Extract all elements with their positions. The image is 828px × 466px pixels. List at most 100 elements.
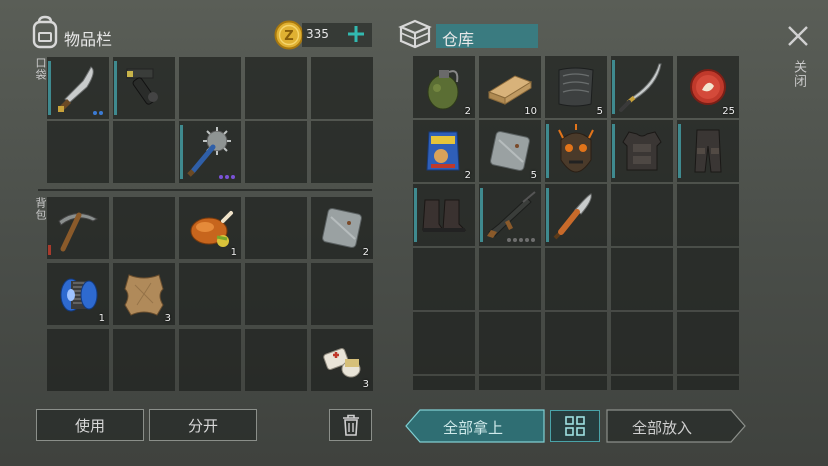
- bottle-cap-item[interactable]: 25: [677, 56, 739, 118]
- backpack-label: 背包: [34, 197, 47, 221]
- empty-slot[interactable]: [677, 248, 739, 310]
- empty-slot[interactable]: [245, 197, 307, 259]
- boots-item[interactable]: [413, 184, 475, 246]
- empty-slot[interactable]: [479, 376, 541, 390]
- empty-slot[interactable]: [545, 248, 607, 310]
- item-count: 5: [596, 106, 603, 117]
- add-coins-button[interactable]: [346, 24, 366, 44]
- empty-slot[interactable]: [545, 376, 607, 390]
- spiked-mace-icon: [187, 127, 231, 177]
- use-button[interactable]: 使用: [36, 409, 144, 441]
- empty-slot[interactable]: [413, 248, 475, 310]
- put-all-button[interactable]: 全部放入: [606, 409, 746, 443]
- pistol-item[interactable]: [113, 57, 175, 119]
- empty-slot[interactable]: [245, 263, 307, 325]
- empty-slot[interactable]: [413, 312, 475, 374]
- boots-icon: [422, 199, 467, 232]
- item-count: 10: [524, 106, 537, 117]
- empty-slot[interactable]: [113, 329, 175, 391]
- empty-slot[interactable]: [611, 184, 673, 246]
- close-label[interactable]: 关闭: [789, 60, 808, 88]
- empty-slot[interactable]: [677, 312, 739, 374]
- empty-slot[interactable]: [113, 121, 175, 183]
- item-count: 3: [362, 379, 369, 390]
- dog-food-item[interactable]: 2: [413, 120, 475, 182]
- empty-slot[interactable]: [677, 376, 739, 390]
- sort-grid-button[interactable]: [550, 410, 600, 442]
- quality-dots: [219, 175, 235, 179]
- empty-slot[interactable]: [179, 57, 241, 119]
- item-count: 5: [530, 170, 537, 181]
- item-count: 2: [362, 247, 369, 258]
- assault-rifle-icon: [487, 191, 536, 238]
- item-count: 1: [98, 313, 105, 324]
- close-icon[interactable]: [786, 24, 810, 48]
- empty-slot[interactable]: [179, 329, 241, 391]
- katana-item[interactable]: [611, 56, 673, 118]
- empty-slot[interactable]: [479, 248, 541, 310]
- armor-pants-item[interactable]: [677, 120, 739, 182]
- body-armor-icon: [622, 131, 662, 171]
- roast-chicken-item[interactable]: 1: [179, 197, 241, 259]
- quality-dots: [507, 238, 535, 242]
- item-count: 1: [230, 247, 237, 258]
- item-count: 2: [464, 170, 471, 181]
- empty-slot[interactable]: [47, 121, 109, 183]
- empty-slot[interactable]: [311, 57, 373, 119]
- empty-slot[interactable]: [611, 248, 673, 310]
- knife-item[interactable]: [545, 184, 607, 246]
- trash-button[interactable]: [329, 409, 372, 441]
- armor-pants-icon: [694, 129, 722, 173]
- metal-plate-item[interactable]: 2: [311, 197, 373, 259]
- wire-spool-item[interactable]: 1: [47, 263, 109, 325]
- coin-icon: Z: [274, 20, 304, 50]
- assault-rifle-item[interactable]: [479, 184, 541, 246]
- katana-icon: [619, 63, 662, 112]
- svg-text:Z: Z: [284, 29, 293, 44]
- coin-count: 335: [306, 27, 329, 41]
- bandage-item[interactable]: 3: [311, 329, 373, 391]
- pickaxe-item[interactable]: [47, 197, 109, 259]
- item-count: 25: [722, 106, 735, 117]
- body-armor-item[interactable]: [611, 120, 673, 182]
- tarp-item[interactable]: 5: [545, 56, 607, 118]
- machete-icon: [58, 66, 94, 112]
- storage-box-icon: [398, 18, 432, 50]
- pocket-backpack-divider: [38, 189, 372, 191]
- split-button[interactable]: 分开: [149, 409, 257, 441]
- empty-slot[interactable]: [113, 197, 175, 259]
- item-count: 3: [164, 313, 171, 324]
- pickaxe-icon: [58, 212, 99, 252]
- knife-icon: [553, 193, 592, 240]
- empty-slot[interactable]: [245, 329, 307, 391]
- skull-mask-item[interactable]: [545, 120, 607, 182]
- grid-icon: [565, 416, 585, 436]
- empty-slot[interactable]: [179, 263, 241, 325]
- empty-slot[interactable]: [413, 376, 475, 390]
- take-all-label: 全部拿上: [443, 419, 504, 437]
- item-count: 2: [464, 106, 471, 117]
- wood-plank-item[interactable]: 10: [479, 56, 541, 118]
- empty-slot[interactable]: [611, 312, 673, 374]
- empty-slot[interactable]: [677, 184, 739, 246]
- empty-slot[interactable]: [545, 312, 607, 374]
- skull-mask-icon: [558, 124, 594, 173]
- empty-slot[interactable]: [611, 376, 673, 390]
- grenade-item[interactable]: 2: [413, 56, 475, 118]
- take-all-button[interactable]: 全部拿上: [405, 409, 545, 443]
- empty-slot[interactable]: [245, 121, 307, 183]
- leather-item[interactable]: 3: [113, 263, 175, 325]
- inventory-title: 物品栏: [64, 30, 113, 49]
- put-all-label: 全部放入: [632, 419, 693, 437]
- empty-slot[interactable]: [311, 263, 373, 325]
- storage-title: 仓库: [442, 30, 475, 49]
- empty-slot[interactable]: [47, 329, 109, 391]
- metal-plate-item[interactable]: 5: [479, 120, 541, 182]
- empty-slot[interactable]: [311, 121, 373, 183]
- spiked-mace-item[interactable]: [179, 121, 241, 183]
- machete-item[interactable]: [47, 57, 109, 119]
- empty-slot[interactable]: [479, 312, 541, 374]
- empty-slot[interactable]: [245, 57, 307, 119]
- trash-icon: [342, 414, 359, 436]
- backpack-icon: [30, 15, 60, 49]
